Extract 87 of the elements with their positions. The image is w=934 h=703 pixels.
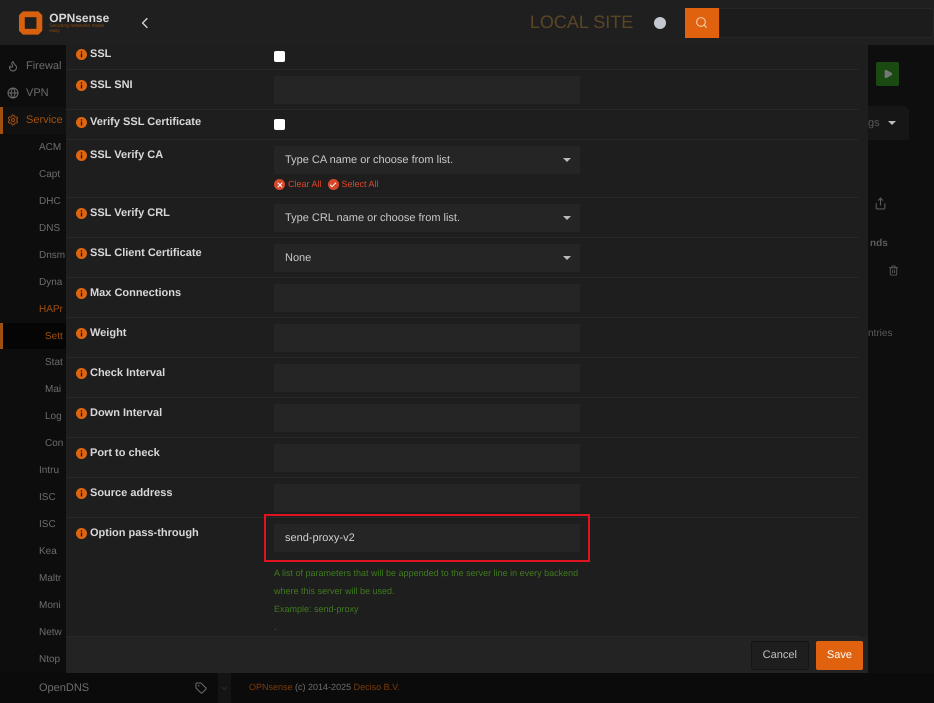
sidebar-item[interactable]: Netw xyxy=(0,619,66,646)
select-field[interactable]: Type CA name or choose from list. xyxy=(274,146,580,174)
field-label: SSL SNI xyxy=(90,80,133,91)
info-icon xyxy=(76,368,87,379)
column-heading: nds xyxy=(870,237,889,251)
sidebar-item[interactable]: Capt xyxy=(0,160,66,188)
play-icon xyxy=(882,69,892,79)
trash-icon[interactable] xyxy=(888,265,899,276)
gear-icon xyxy=(7,114,19,126)
field-label: SSL xyxy=(90,49,112,60)
help-text: . xyxy=(274,621,278,634)
info-icon xyxy=(76,49,87,60)
help-text: A list of parameters that will be appended to the server line in every backend where this server will be used. xyxy=(274,567,580,598)
info-icon xyxy=(76,528,87,539)
info-icon xyxy=(76,408,87,419)
save-button[interactable]: Save xyxy=(816,640,863,670)
search-icon xyxy=(695,16,708,29)
sidebar-item[interactable]: Sett xyxy=(0,322,66,350)
field-label: SSL Verify CA xyxy=(90,150,164,161)
flame-icon xyxy=(7,60,19,72)
tab[interactable]: gs xyxy=(868,106,909,140)
sidebar-item[interactable]: VPN xyxy=(0,80,66,107)
globe-icon xyxy=(7,87,19,100)
sidebar-item[interactable]: Mai xyxy=(0,376,66,404)
input-field[interactable]: send-proxy-v2 xyxy=(274,524,580,552)
info-icon xyxy=(76,208,87,219)
copyright-text: OPNsense (c) 2014-2025 Deciso B.V. xyxy=(249,681,400,694)
checkbox[interactable] xyxy=(274,119,285,130)
sidebar-item[interactable]: Con xyxy=(0,430,66,458)
help-text: Example: send-proxy xyxy=(274,603,360,616)
field-label: Port to check xyxy=(90,448,160,459)
caret-icon xyxy=(563,216,571,220)
info-icon xyxy=(76,150,87,161)
info-icon xyxy=(76,448,87,459)
caret-icon xyxy=(888,121,896,125)
field-label: Check Interval xyxy=(90,368,166,379)
site-name: LOCAL SITE xyxy=(530,11,634,34)
field-label: Verify SSL Certificate xyxy=(90,117,202,128)
field-label: Weight xyxy=(90,328,126,339)
info-icon xyxy=(76,248,87,259)
sidebar-item[interactable]: Kea xyxy=(0,538,66,566)
play-button[interactable] xyxy=(876,62,899,86)
field-label: Source address xyxy=(90,488,173,499)
sidebar-item[interactable]: Moni xyxy=(0,592,66,620)
cancel-button[interactable]: Cancel xyxy=(750,640,809,670)
sidebar-item[interactable]: ISC xyxy=(0,511,66,538)
sidebar-item[interactable]: OpenDNS xyxy=(0,680,195,696)
info-icon xyxy=(76,328,87,339)
caret-icon xyxy=(563,158,571,162)
sidebar-item[interactable]: HAPr xyxy=(0,296,66,323)
field-label: SSL Client Certificate xyxy=(90,248,202,259)
sidebar-item[interactable]: Service xyxy=(0,106,66,134)
select-field[interactable]: Type CRL name or choose from list. xyxy=(274,204,580,232)
sidebar-item[interactable]: Ntop xyxy=(0,646,66,673)
sidebar-item[interactable]: Dyna xyxy=(0,268,66,296)
select-field[interactable]: None xyxy=(274,244,580,272)
sidebar-item[interactable]: Firewal xyxy=(0,53,66,80)
search-button[interactable] xyxy=(684,8,719,38)
sidebar-item[interactable]: DNS xyxy=(0,214,66,242)
field-label: Max Connections xyxy=(90,288,182,299)
clear-icon xyxy=(274,179,285,190)
field-label: Down Interval xyxy=(90,408,162,419)
info-icon xyxy=(76,288,87,299)
checkbox[interactable] xyxy=(274,51,285,62)
tag-icon[interactable] xyxy=(195,682,207,694)
share-icon[interactable] xyxy=(874,197,887,210)
sidebar-item[interactable]: Stat xyxy=(0,349,66,376)
collapse-button[interactable] xyxy=(218,673,231,703)
sidebar-item[interactable]: DHC xyxy=(0,188,66,215)
selection-link[interactable]: Select All xyxy=(328,178,379,192)
logo-icon xyxy=(18,10,44,36)
sidebar-item[interactable]: Maltr xyxy=(0,565,66,592)
sidebar-item[interactable]: Log xyxy=(0,403,66,430)
info-icon xyxy=(76,117,87,128)
field-label: SSL Verify CRL xyxy=(90,208,170,219)
entries-text: ntries xyxy=(868,327,894,341)
field-label: Option pass-through xyxy=(90,528,199,539)
selection-link[interactable]: Clear All xyxy=(274,178,322,192)
sidebar-item[interactable]: ACM xyxy=(0,134,66,161)
caret-icon xyxy=(563,256,571,260)
sidebar-item[interactable]: Dnsm xyxy=(0,242,66,269)
info-icon xyxy=(76,488,87,499)
sidebar-item[interactable]: ISC xyxy=(0,484,66,512)
info-icon xyxy=(76,80,87,91)
brand-name: OPNsense xyxy=(49,12,110,24)
search-field[interactable] xyxy=(718,8,934,38)
sidebar-item[interactable]: Intru xyxy=(0,457,66,484)
